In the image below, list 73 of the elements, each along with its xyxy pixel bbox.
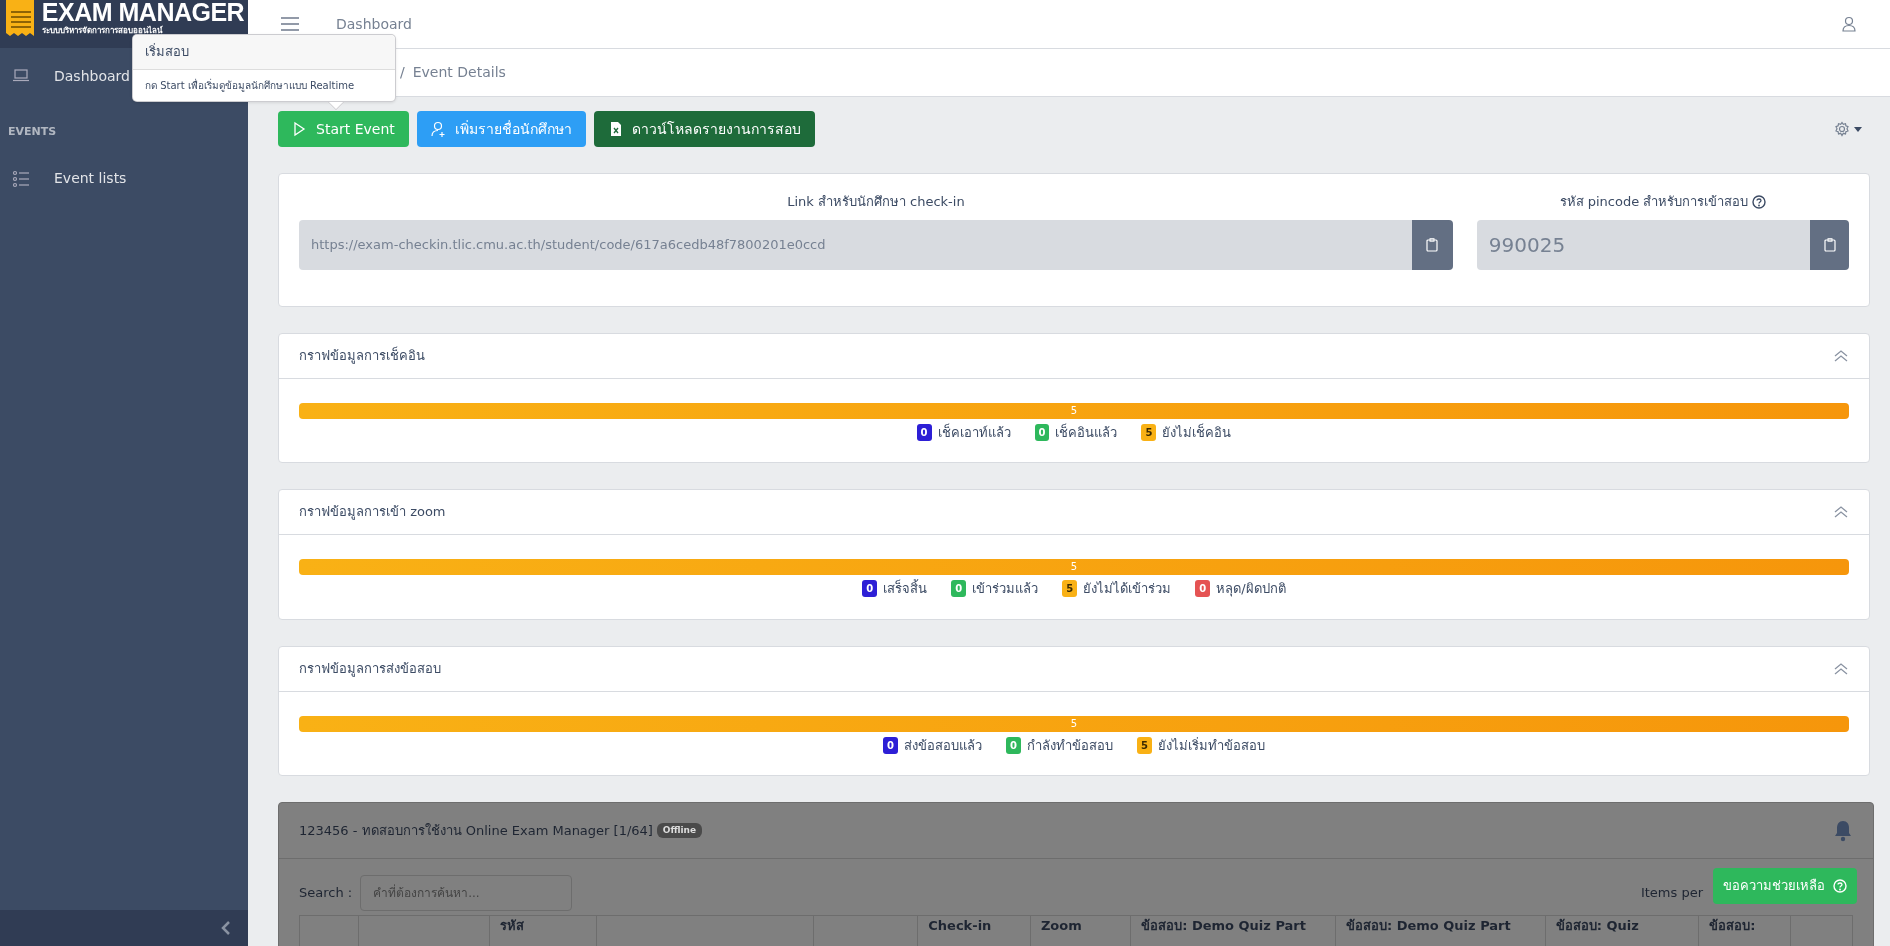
- column-header: รหัส: [500, 918, 525, 933]
- legend-label: เสร็จสิ้น: [883, 579, 928, 598]
- search-field[interactable]: คำที่ต้องการค้นหา...: [360, 875, 573, 911]
- column-header: ข้อสอบ: Demo Quiz Part: [1141, 918, 1306, 933]
- link-field[interactable]: https://exam-checkin.tlic.cmu.ac.th/student/code/617a6cedb48f7800201e0ccd: [299, 219, 1412, 270]
- search-label: Search :: [299, 884, 353, 903]
- field-label: รหัส pincode สำหรับการเข้าสอบ: [1559, 193, 1749, 211]
- legend-label: ยังไม่เช็คอิน: [1162, 422, 1232, 442]
- column-header: ข้อสอบ:: [1709, 918, 1756, 933]
- logo-title: EXAM MANAGER: [41, 0, 245, 25]
- count-badge: 0: [1195, 580, 1211, 598]
- settings-dropdown[interactable]: [1834, 121, 1862, 137]
- count-badge: 0: [951, 580, 967, 598]
- caret-icon: [1854, 126, 1862, 132]
- chart-title: กราฟข้อมูลการเช็คอิน: [299, 345, 425, 366]
- header-link[interactable]: Dashboard: [336, 13, 1841, 35]
- legend-label: กำลังทำข้อสอบ: [1027, 736, 1113, 755]
- legend-label: เช็คอินแล้ว: [1055, 422, 1118, 442]
- field-label: Link สำหรับนักศึกษา check-in: [787, 193, 965, 211]
- legend-label: ส่งข้อสอบแล้ว: [904, 736, 982, 755]
- progress-fill: 5: [299, 402, 1849, 419]
- copy-button[interactable]: [1810, 219, 1849, 270]
- table-title: 123456 - ทดสอบการใช้งาน Online Exam Manager [1/64]: [299, 821, 653, 840]
- count-badge: 5: [1137, 736, 1152, 754]
- count-badge: 5: [1141, 423, 1157, 441]
- count-badge: 5: [1062, 580, 1078, 598]
- download-button[interactable]: ดาวน์โหลดรายงานการสอบ: [593, 111, 815, 147]
- legend-label: เข้าร่วมแล้ว: [972, 580, 1039, 598]
- chevron-left-icon[interactable]: [220, 920, 232, 936]
- list-icon: [12, 169, 30, 188]
- column-header: ข้อสอบ: Demo Quiz Part: [1345, 918, 1511, 933]
- start-button[interactable]: Start Event: [278, 111, 409, 147]
- sidebar-item[interactable]: Event lists: [0, 154, 248, 203]
- settings-icon: [1834, 121, 1850, 137]
- help-icon[interactable]: [1752, 194, 1767, 209]
- user-add-icon: [430, 121, 447, 137]
- legend-label: เช็คเอาท์แล้ว: [937, 422, 1011, 442]
- copy-button[interactable]: [1411, 219, 1453, 270]
- bell-icon[interactable]: [1833, 819, 1853, 842]
- user-icon[interactable]: [1841, 16, 1857, 32]
- add-student-button[interactable]: เพิ่มรายชื่อนักศึกษา: [416, 111, 586, 147]
- count-badge: 0: [916, 423, 932, 441]
- collapse-icon[interactable]: [1833, 662, 1849, 675]
- help-button[interactable]: ขอความช่วยเหลือ: [1713, 868, 1857, 904]
- clipboard-icon: [1823, 237, 1836, 252]
- menu-icon[interactable]: [280, 16, 300, 32]
- column-header: Zoom: [1040, 918, 1082, 933]
- count-badge: 0: [862, 580, 878, 598]
- chart-title: กราฟข้อมูลการส่งข้อสอบ: [299, 659, 441, 679]
- count-badge: 0: [1034, 423, 1050, 441]
- breadcrumb-item: Event Details: [412, 63, 506, 82]
- count-badge: 0: [883, 736, 898, 754]
- count-badge: 0: [1006, 736, 1021, 754]
- sidebar-heading: EVENTS: [7, 124, 58, 140]
- legend-label: หลุด/ผิดปกติ: [1216, 580, 1286, 599]
- pincode-field[interactable]: 990025: [1476, 219, 1811, 270]
- clipboard-icon: [1426, 237, 1439, 252]
- items-per-page-label: Items per: [1640, 884, 1703, 903]
- column-header: ข้อสอบ: Quiz: [1555, 918, 1639, 933]
- legend-label: ยังไม่ได้เข้าร่วม: [1083, 580, 1172, 598]
- status-badge: Offline: [656, 822, 702, 839]
- tooltip-text: กด Start เพื่อเริ่มดูข้อมูลนักศึกษาแบบ Realtime: [144, 77, 356, 94]
- logo-subtitle: ระบบบริหารจัดการการสอบออนไลน์: [41, 25, 164, 37]
- help-icon: [1833, 879, 1847, 893]
- collapse-icon[interactable]: [1833, 349, 1849, 362]
- column-header: Check-in: [928, 918, 992, 933]
- progress-fill: 5: [299, 559, 1849, 575]
- progress-fill: 5: [299, 715, 1849, 732]
- chart-title: กราฟข้อมูลการเข้า zoom: [299, 503, 446, 522]
- tooltip-title: เริ่มสอบ: [133, 35, 395, 70]
- legend-label: ยังไม่เริ่มทำข้อสอบ: [1157, 736, 1265, 755]
- collapse-icon[interactable]: [1833, 506, 1849, 518]
- breadcrumb-separator: /: [400, 63, 405, 82]
